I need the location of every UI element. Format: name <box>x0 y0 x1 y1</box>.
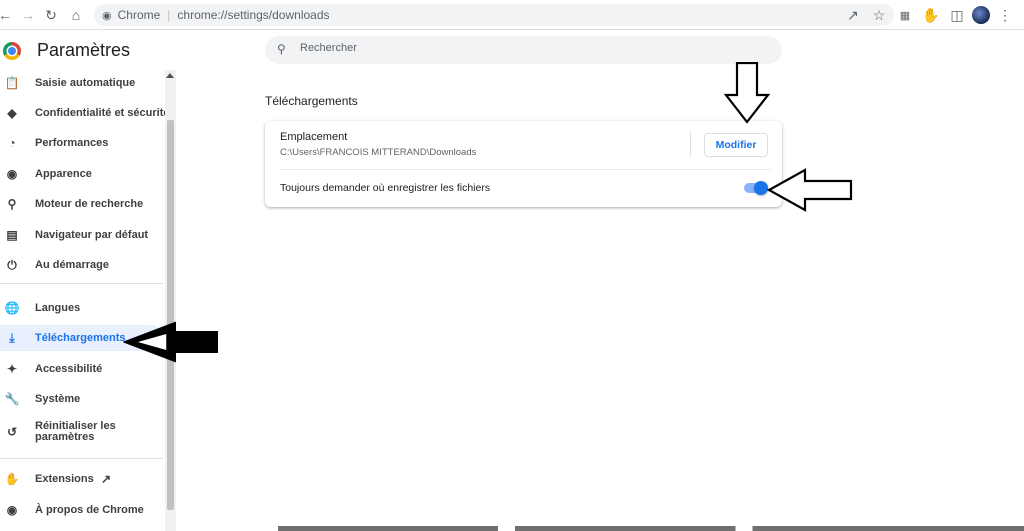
power-icon: ⏻ <box>7 257 17 272</box>
side-panel-icon[interactable]: ◫ <box>946 4 968 26</box>
extensions-icon[interactable]: ✋ <box>920 4 942 26</box>
sidebar-item-reset[interactable]: ↺ Réinitialiser les paramètres <box>0 416 163 448</box>
sidebar-item-label: Extensions <box>35 473 94 485</box>
back-icon[interactable]: ← <box>0 4 16 26</box>
sidebar-item-label: Saisie automatique <box>35 77 136 89</box>
accessibility-icon: ✦ <box>6 362 18 376</box>
sidebar-item-system[interactable]: 🔧 Système <box>0 386 163 412</box>
modify-button[interactable]: Modifier <box>704 133 768 157</box>
sidebar-item-label: À propos de Chrome <box>35 504 144 516</box>
left-arrow-annotation-toggle <box>767 168 853 212</box>
share-icon[interactable]: ↗ <box>842 4 864 26</box>
address-separator: | <box>167 8 171 22</box>
bookmark-star-icon[interactable]: ☆ <box>868 4 890 26</box>
sidebar-item-label: Apparence <box>35 168 92 180</box>
sidebar-item-label: Système <box>35 393 81 405</box>
nav-divider <box>0 283 163 284</box>
address-bar[interactable]: ◉ Chrome | chrome://settings/downloads <box>94 4 894 26</box>
location-row: Emplacement C:\Users\FRANCOIS MITTERAND\… <box>265 121 782 169</box>
sidebar-item-label: Langues <box>35 302 81 314</box>
sidebar-item-autofill[interactable]: 📋 Saisie automatique <box>0 70 163 96</box>
section-title: Téléchargements <box>265 94 358 108</box>
shield-icon: ◆ <box>7 106 17 120</box>
home-icon[interactable]: ⌂ <box>65 4 87 26</box>
download-icon: ⤓ <box>9 330 15 345</box>
forward-icon[interactable]: → <box>17 4 39 26</box>
ask-location-row[interactable]: Toujours demander où enregistrer les fic… <box>265 170 782 207</box>
browser-icon: ▤ <box>6 228 18 242</box>
search-icon: ⚲ <box>7 197 17 211</box>
sidebar-item-label: Performances <box>35 137 109 149</box>
nav-divider <box>0 458 163 459</box>
globe-icon: 🌐 <box>4 301 20 315</box>
settings-main: ⚲ Téléchargements Emplacement C:\Users\F… <box>176 30 1024 531</box>
chrome-icon: ◉ <box>6 503 18 517</box>
palette-icon: ◉ <box>6 167 18 181</box>
clipboard-icon: 📋 <box>4 76 20 90</box>
sidebar-item-label: Moteur de recherche <box>35 198 144 210</box>
location-path: C:\Users\FRANCOIS MITTERAND\Downloads <box>280 147 477 158</box>
left-arrow-annotation-sidebar <box>123 321 218 363</box>
chrome-logo-icon <box>3 42 21 60</box>
toggle-knob <box>754 181 768 195</box>
sidebar-item-label: Réinitialiser les paramètres <box>35 420 116 443</box>
search-icon: ⚲ <box>277 42 286 56</box>
url-text: chrome://settings/downloads <box>177 8 330 22</box>
menu-icon[interactable]: ⋮ <box>994 4 1016 26</box>
browser-toolbar: ← → ↻ ⌂ ◉ Chrome | chrome://settings/dow… <box>0 0 1024 30</box>
wrench-icon: 🔧 <box>4 392 20 406</box>
ask-location-toggle[interactable] <box>744 181 768 195</box>
sidebar-item-label: Téléchargements <box>35 332 126 344</box>
profile-avatar[interactable] <box>972 6 990 24</box>
sidebar-scrollbar[interactable] <box>165 70 176 531</box>
search-input[interactable] <box>300 42 600 54</box>
qr-icon[interactable]: ▦ <box>894 4 916 26</box>
down-arrow-annotation <box>724 62 770 124</box>
downloads-card: Emplacement C:\Users\FRANCOIS MITTERAND\… <box>265 121 782 207</box>
sidebar-item-label: Au démarrage <box>35 259 109 271</box>
sidebar-item-label: Accessibilité <box>35 363 103 375</box>
sidebar-item-default-browser[interactable]: ▤ Navigateur par défaut <box>0 222 163 248</box>
toolbar-actions: ↗ ☆ ▦ ✋ ◫ ⋮ <box>842 4 1016 26</box>
settings-search[interactable]: ⚲ <box>265 36 782 64</box>
sidebar-item-appearance[interactable]: ◉ Apparence <box>0 161 163 187</box>
scroll-up-arrow-icon[interactable] <box>166 73 174 78</box>
reset-icon: ↺ <box>6 425 18 439</box>
sidebar-item-extensions[interactable]: ✋ Extensions ↗ <box>0 466 163 492</box>
vertical-divider <box>690 131 691 157</box>
sidebar-item-label: Navigateur par défaut <box>35 229 149 241</box>
reload-icon[interactable]: ↻ <box>40 4 62 26</box>
sidebar-item-search-engine[interactable]: ⚲ Moteur de recherche <box>0 191 163 217</box>
site-name: Chrome <box>117 8 161 22</box>
external-link-icon: ↗ <box>101 472 112 486</box>
page-title: Paramètres <box>37 40 131 60</box>
sidebar-item-privacy[interactable]: ◆ Confidentialité et sécurité <box>0 100 169 126</box>
sidebar-item-languages[interactable]: 🌐 Langues <box>0 295 163 321</box>
scroll-thumb[interactable] <box>167 120 174 510</box>
chrome-icon: ◉ <box>102 9 112 22</box>
sidebar-item-about[interactable]: ◉ À propos de Chrome <box>0 497 163 523</box>
sidebar-item-performance[interactable]: ◔ Performances <box>0 130 163 156</box>
bottom-edge <box>176 526 1024 531</box>
location-label: Emplacement <box>280 131 348 143</box>
speedometer-icon: ◔ <box>8 136 16 150</box>
sidebar-item-startup[interactable]: ⏻ Au démarrage <box>0 252 163 278</box>
settings-sidebar: Paramètres 📋 Saisie automatique ◆ Confid… <box>0 30 176 531</box>
ask-location-label: Toujours demander où enregistrer les fic… <box>280 182 491 194</box>
puzzle-icon: ✋ <box>4 472 20 486</box>
sidebar-item-label: Confidentialité et sécurité <box>35 107 170 119</box>
